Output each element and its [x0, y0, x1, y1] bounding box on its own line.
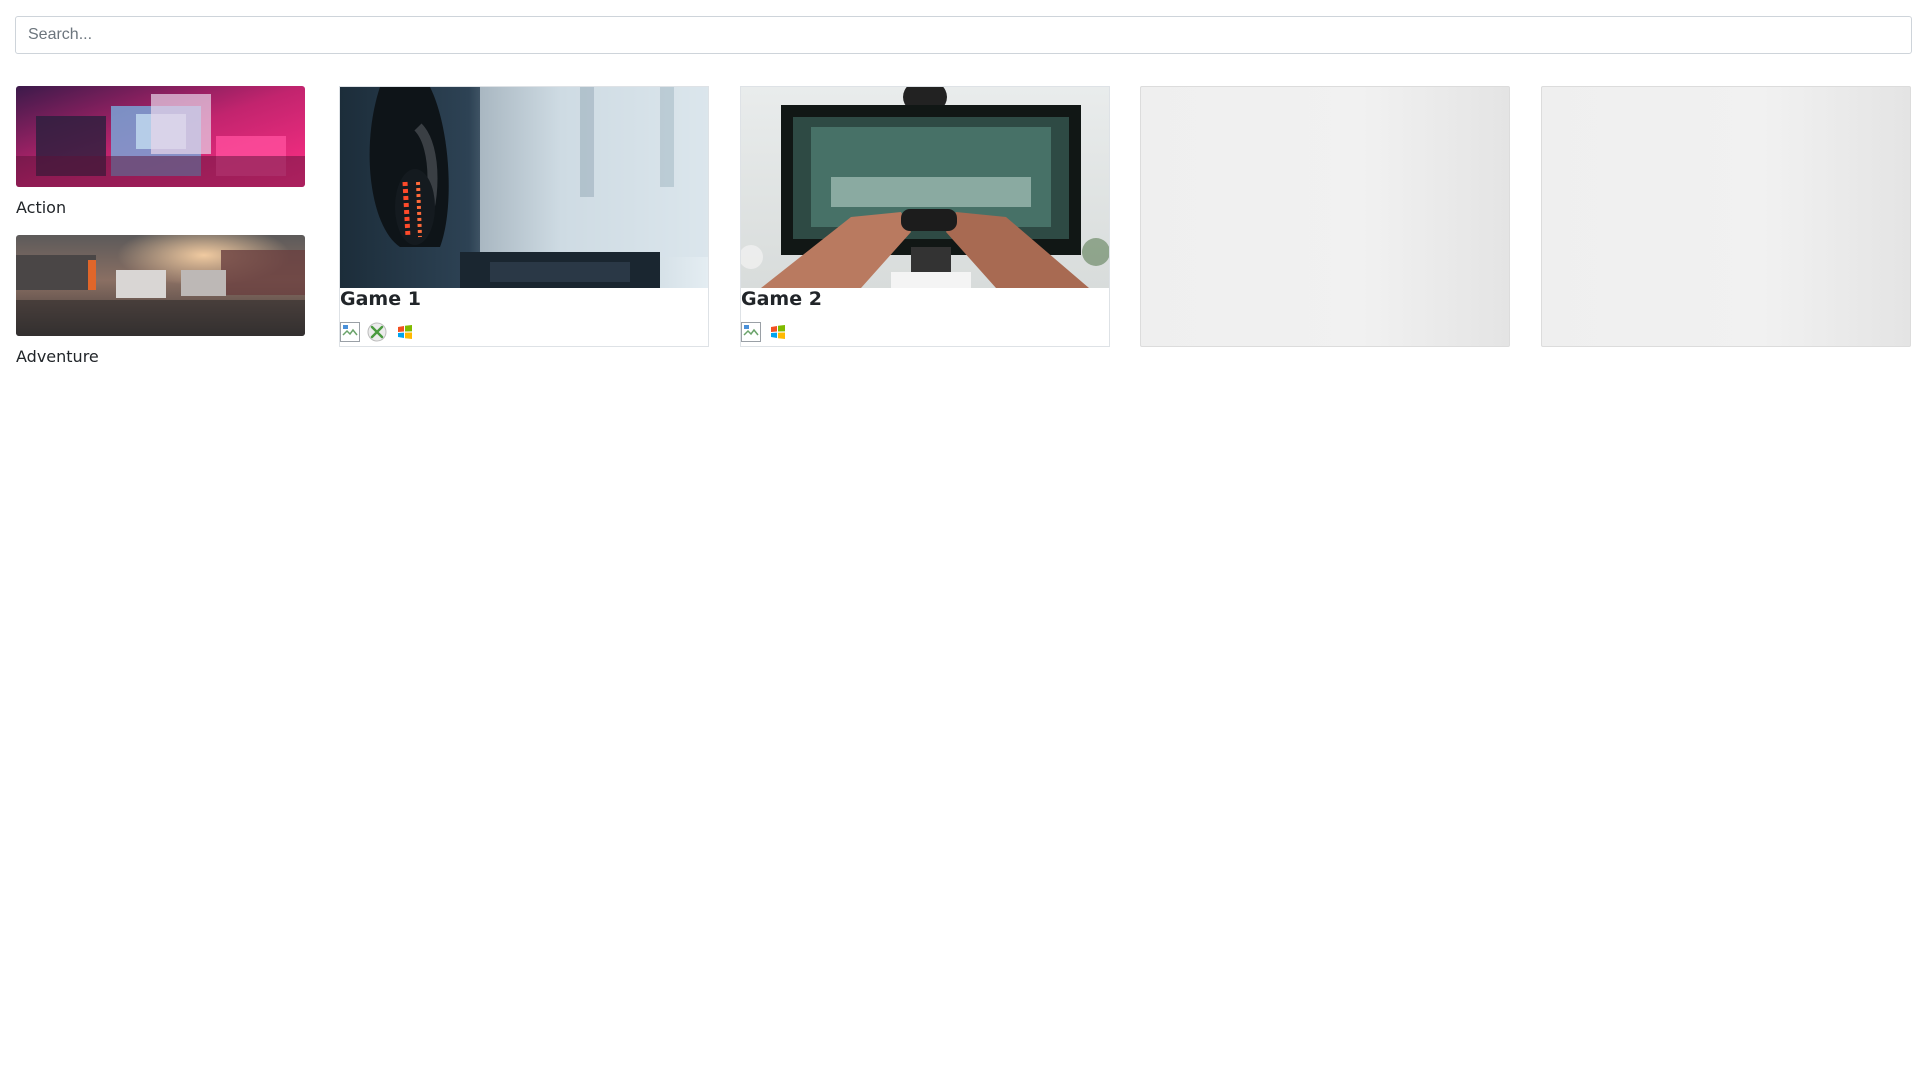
- game-image: [340, 87, 708, 288]
- category-list: Action Adventure: [16, 86, 305, 384]
- category-image-adventure: [16, 235, 305, 336]
- category-item-adventure[interactable]: Adventure: [16, 235, 305, 366]
- platform-list: [340, 321, 708, 343]
- search-input[interactable]: [15, 16, 1912, 54]
- search-bar: [15, 16, 1912, 54]
- broken-image-icon: [340, 322, 360, 342]
- game-card[interactable]: Game 2: [740, 86, 1110, 347]
- category-image-action: [16, 86, 305, 187]
- loading-placeholder-card: [1140, 86, 1510, 347]
- category-item-action[interactable]: Action: [16, 86, 305, 217]
- windows-icon: [767, 321, 789, 343]
- game-title: Game 2: [741, 288, 822, 310]
- loading-placeholder-card: [1541, 86, 1911, 347]
- platform-list: [741, 321, 1109, 343]
- game-image: [741, 87, 1109, 288]
- game-title: Game 1: [340, 288, 421, 310]
- category-label-action: Action: [16, 198, 67, 217]
- game-card[interactable]: Game 1: [339, 86, 709, 347]
- xbox-icon: [366, 321, 388, 343]
- broken-image-icon: [741, 322, 761, 342]
- category-label-adventure: Adventure: [16, 347, 99, 366]
- windows-icon: [394, 321, 416, 343]
